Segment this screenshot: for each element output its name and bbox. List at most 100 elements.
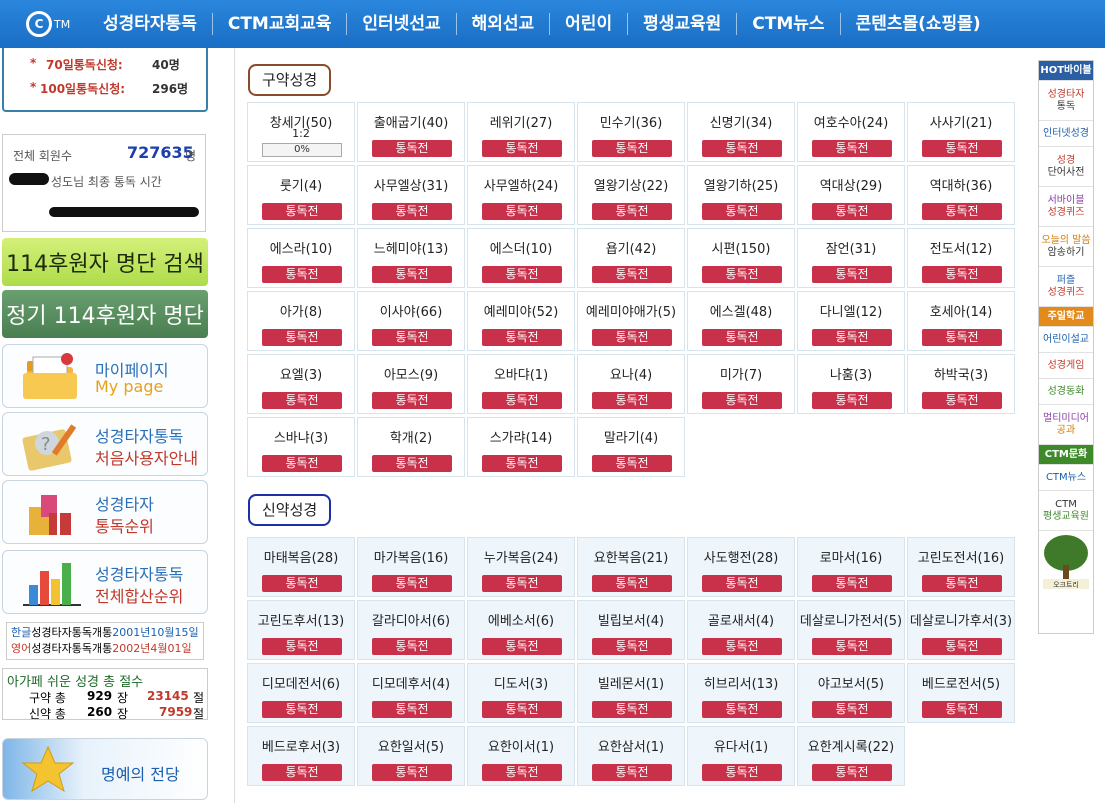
nav-item-6[interactable]: CTM뉴스 bbox=[736, 13, 839, 35]
start-reading-button[interactable]: 통독전 bbox=[262, 575, 342, 592]
start-reading-button[interactable]: 통독전 bbox=[812, 764, 892, 781]
start-reading-button[interactable]: 통독전 bbox=[482, 575, 562, 592]
start-reading-button[interactable]: 통독전 bbox=[812, 329, 892, 346]
start-reading-button[interactable]: 통독전 bbox=[372, 575, 452, 592]
typing-rank-link[interactable]: 성경타자 통독순위 bbox=[2, 480, 208, 544]
quick-bible-game[interactable]: 성경게임 bbox=[1039, 353, 1093, 379]
start-reading-button[interactable]: 통독전 bbox=[592, 140, 672, 157]
start-reading-button[interactable]: 통독전 bbox=[262, 392, 342, 409]
start-reading-button[interactable]: 통독전 bbox=[372, 140, 452, 157]
quick-ctm-education[interactable]: CTM 평생교육원 bbox=[1039, 491, 1093, 531]
start-reading-button[interactable]: 통독전 bbox=[262, 266, 342, 283]
start-reading-button[interactable]: 통독전 bbox=[372, 455, 452, 472]
start-reading-button[interactable]: 통독전 bbox=[812, 575, 892, 592]
nav-item-7[interactable]: 콘텐츠몰(쇼핑몰) bbox=[839, 13, 996, 35]
start-reading-button[interactable]: 통독전 bbox=[482, 392, 562, 409]
start-reading-button[interactable]: 통독전 bbox=[372, 203, 452, 220]
quick-bible-dictionary[interactable]: 성경 단어사전 bbox=[1039, 147, 1093, 187]
start-reading-button[interactable]: 통독전 bbox=[922, 575, 1002, 592]
start-reading-button[interactable]: 통독전 bbox=[482, 701, 562, 718]
start-reading-button[interactable]: 통독전 bbox=[922, 329, 1002, 346]
start-reading-button[interactable]: 통독전 bbox=[702, 140, 782, 157]
start-reading-button[interactable]: 통독전 bbox=[482, 638, 562, 655]
start-reading-button[interactable]: 통독전 bbox=[812, 701, 892, 718]
start-reading-button[interactable]: 통독전 bbox=[922, 701, 1002, 718]
start-reading-button[interactable]: 통독전 bbox=[592, 266, 672, 283]
quick-bible-story[interactable]: 성경동화 bbox=[1039, 379, 1093, 405]
start-reading-button[interactable]: 통독전 bbox=[702, 638, 782, 655]
start-reading-button[interactable]: 통독전 bbox=[482, 764, 562, 781]
quick-typing-reading[interactable]: 성경타자 통독 bbox=[1039, 81, 1093, 121]
start-reading-button[interactable]: 통독전 bbox=[372, 701, 452, 718]
nav-item-3[interactable]: 해외선교 bbox=[455, 13, 550, 35]
quick-puzzle-quiz[interactable]: 퍼즐 성경퀴즈 bbox=[1039, 267, 1093, 307]
start-reading-button[interactable]: 통독전 bbox=[372, 392, 452, 409]
start-reading-button[interactable]: 통독전 bbox=[372, 266, 452, 283]
start-reading-button[interactable]: 통독전 bbox=[262, 203, 342, 220]
nav-item-1[interactable]: CTM교회교육 bbox=[211, 13, 347, 35]
quick-multimedia-lesson[interactable]: 멀티미디어 공과 bbox=[1039, 405, 1093, 445]
quick-daily-verse[interactable]: 오늘의 말씀 암송하기 bbox=[1039, 227, 1093, 267]
start-reading-button[interactable]: 통독전 bbox=[702, 203, 782, 220]
start-reading-button[interactable]: 통독전 bbox=[482, 329, 562, 346]
start-reading-button[interactable]: 통독전 bbox=[812, 638, 892, 655]
start-reading-button[interactable]: 통독전 bbox=[922, 266, 1002, 283]
start-reading-button[interactable]: 통독전 bbox=[262, 638, 342, 655]
start-reading-button[interactable]: 통독전 bbox=[262, 764, 342, 781]
start-reading-button[interactable]: 통독전 bbox=[592, 392, 672, 409]
start-reading-button[interactable]: 통독전 bbox=[922, 638, 1002, 655]
start-reading-button[interactable]: 통독전 bbox=[592, 203, 672, 220]
nt-book-cell: 요한일서(5) 통독전 bbox=[357, 726, 465, 786]
start-reading-button[interactable]: 통독전 bbox=[922, 392, 1002, 409]
start-reading-button[interactable]: 통독전 bbox=[812, 203, 892, 220]
start-reading-button[interactable]: 통독전 bbox=[482, 140, 562, 157]
start-reading-button[interactable]: 통독전 bbox=[702, 701, 782, 718]
start-reading-button[interactable]: 통독전 bbox=[592, 638, 672, 655]
start-reading-button[interactable]: 통독전 bbox=[372, 329, 452, 346]
start-reading-button[interactable]: 통독전 bbox=[482, 203, 562, 220]
start-reading-button[interactable]: 통독전 bbox=[592, 329, 672, 346]
nav-item-5[interactable]: 평생교육원 bbox=[627, 13, 736, 35]
start-reading-button[interactable]: 통독전 bbox=[262, 329, 342, 346]
start-reading-button[interactable]: 통독전 bbox=[812, 392, 892, 409]
start-reading-button[interactable]: 통독전 bbox=[812, 140, 892, 157]
start-reading-button[interactable]: 통독전 bbox=[702, 329, 782, 346]
start-reading-button[interactable]: 통독전 bbox=[262, 701, 342, 718]
start-reading-button[interactable]: 통독전 bbox=[482, 266, 562, 283]
ot-book-cell: 잠언(31) 통독전 bbox=[797, 228, 905, 288]
start-reading-button[interactable]: 통독전 bbox=[702, 266, 782, 283]
quick-internet-bible[interactable]: 인터넷성경 bbox=[1039, 121, 1093, 147]
start-reading-button[interactable]: 통독전 bbox=[372, 764, 452, 781]
nav-item-2[interactable]: 인터넷선교 bbox=[346, 13, 455, 35]
nav-item-0[interactable]: 성경타자통독 bbox=[88, 13, 212, 35]
start-reading-button[interactable]: 통독전 bbox=[592, 764, 672, 781]
start-reading-button[interactable]: 통독전 bbox=[592, 455, 672, 472]
start-reading-button[interactable]: 통독전 bbox=[922, 203, 1002, 220]
start-reading-button[interactable]: 통독전 bbox=[482, 455, 562, 472]
start-reading-button[interactable]: 통독전 bbox=[262, 455, 342, 472]
start-reading-button[interactable]: 통독전 bbox=[592, 575, 672, 592]
top-navigation-bar: C TM 성경타자통독 CTM교회교육 인터넷선교 해외선교 어린이 평생교육원 CTM뉴스… bbox=[0, 0, 1105, 48]
start-reading-button[interactable]: 통독전 bbox=[812, 266, 892, 283]
start-reading-button[interactable]: 통독전 bbox=[592, 701, 672, 718]
quick-kids-sermon[interactable]: 어린이설교 bbox=[1039, 327, 1093, 353]
regular-114-sponsors-button[interactable]: 정기 114후원자 명단 bbox=[2, 290, 208, 338]
nav-item-4[interactable]: 어린이 bbox=[549, 13, 627, 35]
mypage-link[interactable]: 마이페이지 My page bbox=[2, 344, 208, 408]
first-user-guide-link[interactable]: ? 성경타자통독 처음사용자안내 bbox=[2, 412, 208, 476]
start-reading-button[interactable]: 통독전 bbox=[702, 764, 782, 781]
ctm-logo[interactable]: C TM bbox=[0, 0, 88, 48]
start-reading-button[interactable]: 통독전 bbox=[702, 575, 782, 592]
nt-book-cell: 고린도후서(13) 통독전 bbox=[247, 600, 355, 660]
search-114-sponsors-button[interactable]: 114후원자 명단 검색 bbox=[2, 238, 208, 286]
book-name: 데살로니가후서(3) bbox=[909, 614, 1013, 629]
quick-ctm-news[interactable]: CTM뉴스 bbox=[1039, 465, 1093, 491]
start-reading-button[interactable]: 통독전 bbox=[372, 638, 452, 655]
total-rank-link[interactable]: 성경타자통독 전체합산순위 bbox=[2, 550, 208, 614]
ot-book-cell: 학개(2) 통독전 bbox=[357, 417, 465, 477]
hall-of-fame-link[interactable]: 명예의 전당 bbox=[2, 738, 208, 800]
start-reading-button[interactable]: 통독전 bbox=[702, 392, 782, 409]
quick-survival-quiz[interactable]: 서바이블 성경퀴즈 bbox=[1039, 187, 1093, 227]
oak-tree-banner[interactable]: 오크트리 bbox=[1039, 531, 1093, 593]
start-reading-button[interactable]: 통독전 bbox=[922, 140, 1002, 157]
